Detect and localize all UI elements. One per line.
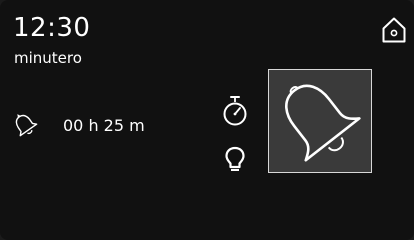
- screen: 12:30 minutero 00 h 25 m: [0, 0, 414, 240]
- light-button[interactable]: [224, 146, 246, 172]
- alarm-bell-panel[interactable]: [268, 69, 372, 173]
- clock-time: 12:30: [13, 13, 91, 43]
- timer-button[interactable]: [221, 95, 249, 129]
- home-button[interactable]: [381, 16, 407, 44]
- stopwatch-icon: [223, 96, 247, 126]
- alarm-indicator: [11, 112, 39, 138]
- bell-icon: [15, 114, 38, 137]
- bell-icon: [285, 84, 361, 162]
- mode-title: minutero: [14, 49, 82, 67]
- light-bulb-icon: [225, 146, 245, 171]
- alarm-duration: 00 h 25 m: [63, 116, 145, 135]
- home-icon: [382, 17, 406, 43]
